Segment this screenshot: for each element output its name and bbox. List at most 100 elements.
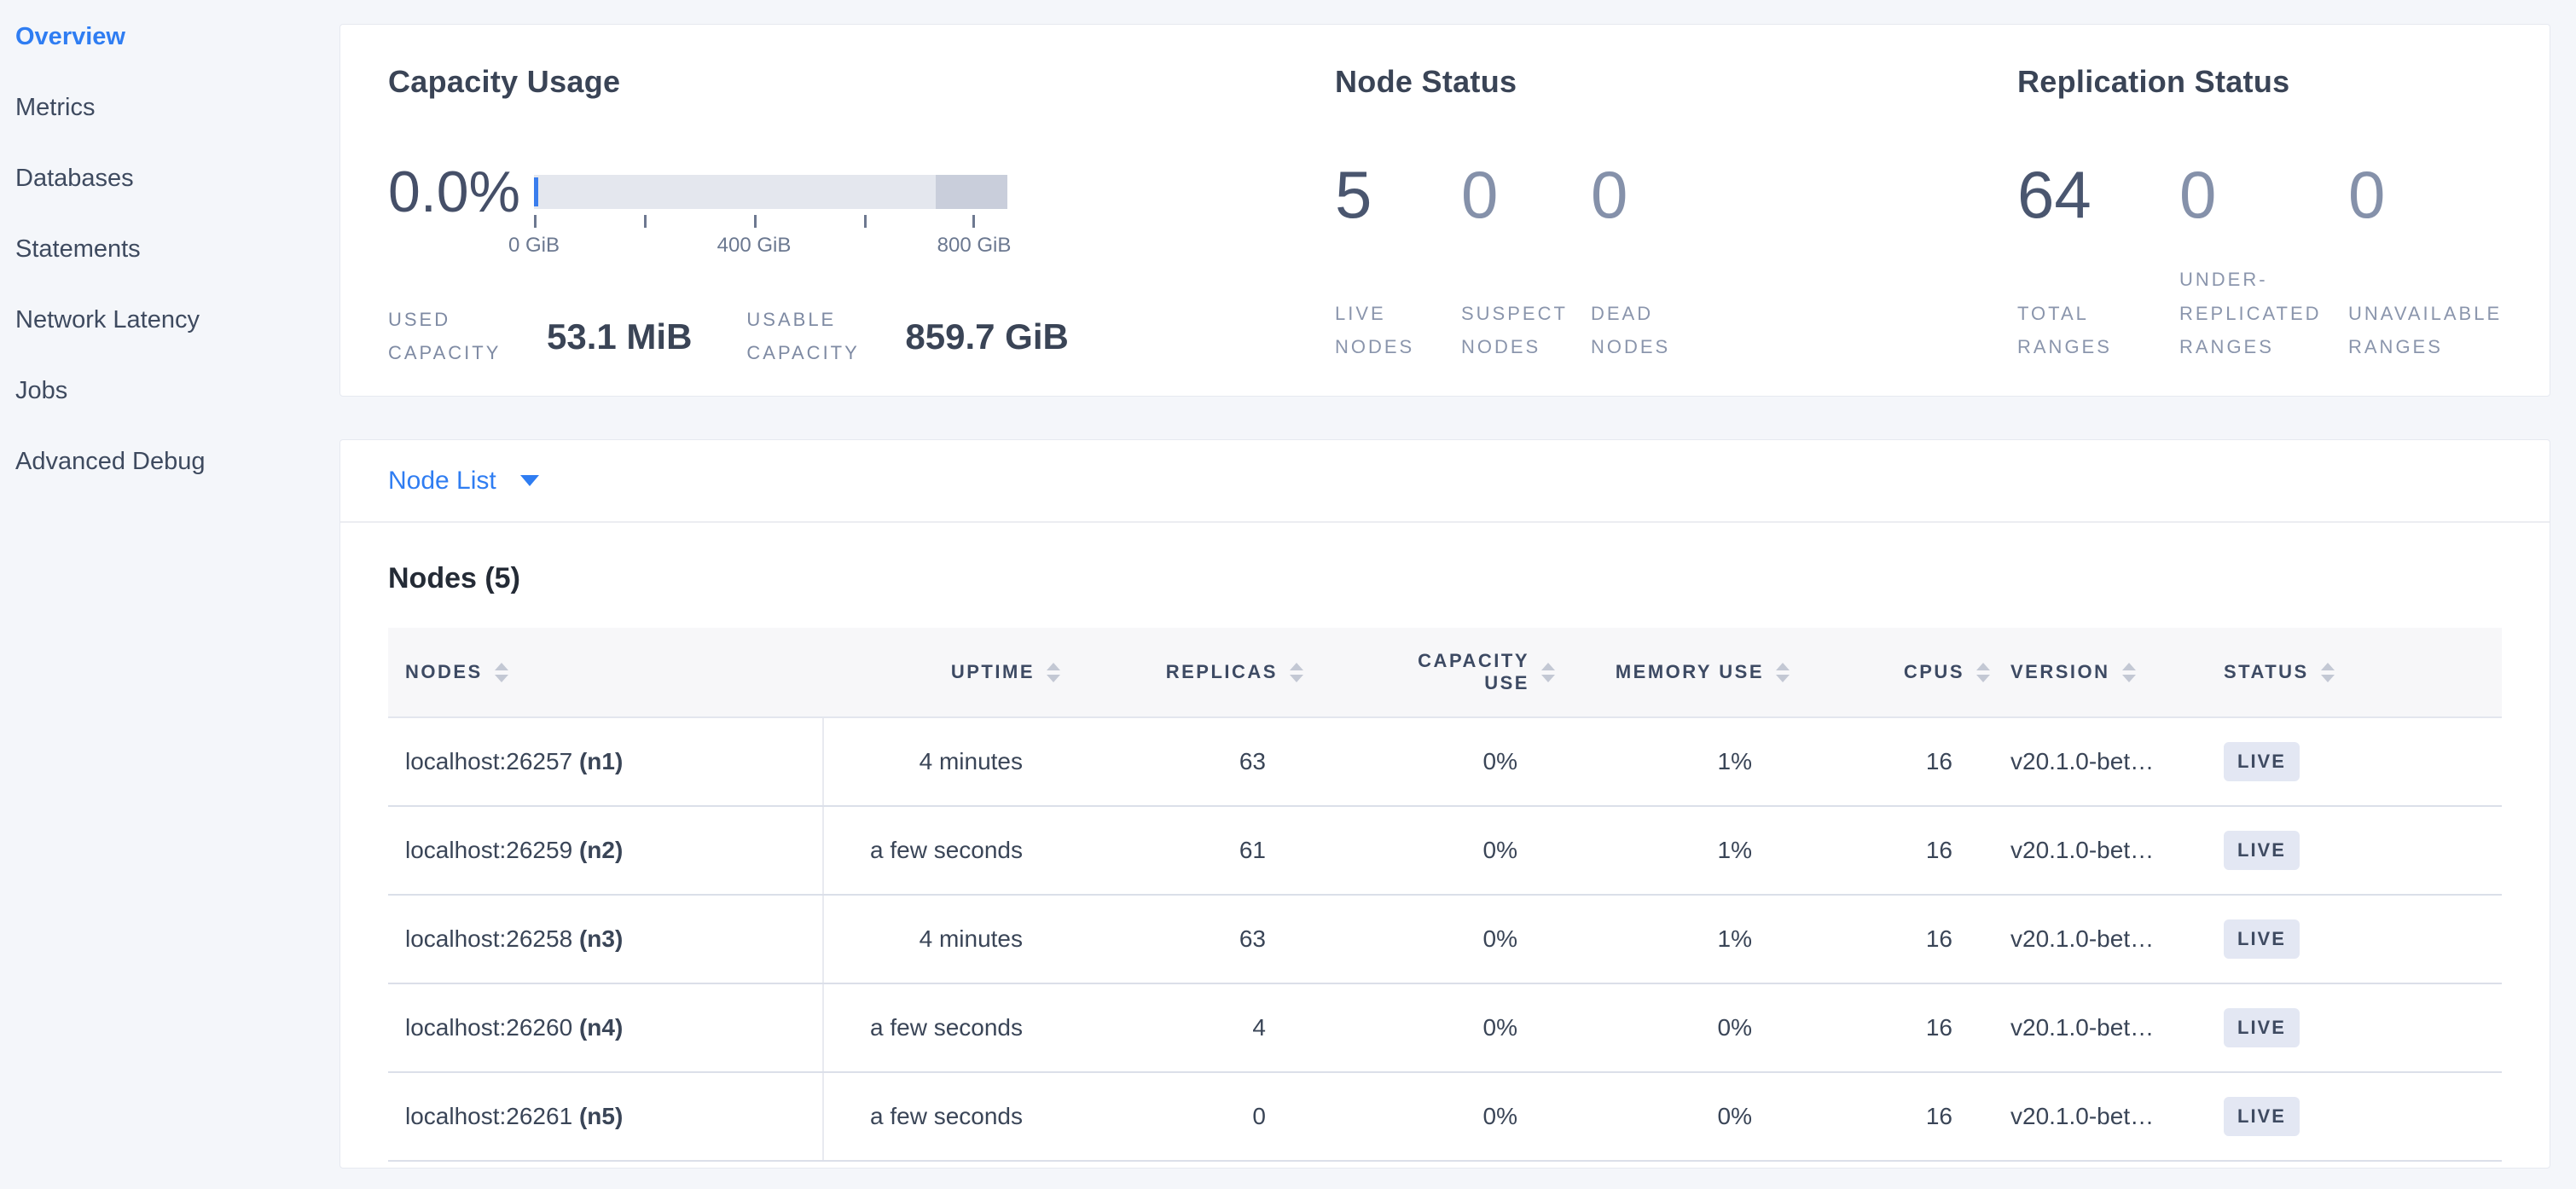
capacity-stats: USED CAPACITY 53.1 MiB USABLE CAPACITY 8… (388, 304, 1335, 369)
column-header-status[interactable]: STATUS (2213, 628, 2502, 717)
column-header-cpus[interactable]: CPUS (1800, 628, 2000, 717)
table-row: localhost:26260 (n4) a few seconds 4 0% … (388, 983, 2502, 1072)
under-replicated-ranges-stat: 0 UNDER-REPLICATED RANGES (2179, 161, 2348, 364)
nodes-count-heading: Nodes (5) (388, 562, 2502, 595)
node-address-cell[interactable]: localhost:26261 (n5) (388, 1072, 823, 1161)
column-header-replicas[interactable]: REPLICAS (1070, 628, 1314, 717)
status-badge: LIVE (2224, 742, 2300, 781)
replicas-cell: 61 (1070, 806, 1314, 895)
used-capacity-marker (534, 177, 538, 206)
table-header-row: NODES UPTIME REPLICAS CAPACITY USE (388, 628, 2502, 717)
unavailable-ranges-label: UNAVAILABLE RANGES (2348, 297, 2549, 364)
node-status-section: Node Status 5 LIVE NODES 0 SUSPECT NODES… (1335, 64, 2017, 396)
used-capacity-stat: USED CAPACITY 53.1 MiB (388, 304, 692, 369)
capacity-usage-title: Capacity Usage (388, 64, 1335, 100)
node-address[interactable]: localhost:26257 (405, 748, 572, 774)
axis-tick (754, 215, 757, 228)
axis-tick (972, 215, 975, 228)
node-address-cell[interactable]: localhost:26259 (n2) (388, 806, 823, 895)
main-content: Capacity Usage 0.0% (333, 0, 2576, 1169)
status-badge: LIVE (2224, 831, 2300, 870)
sidebar-item-databases[interactable]: Databases (0, 143, 333, 214)
cpus-cell: 16 (1800, 806, 2000, 895)
total-ranges-label: TOTAL RANGES (2017, 297, 2179, 364)
sidebar-item-overview[interactable]: Overview (0, 2, 333, 72)
node-address[interactable]: localhost:26258 (405, 925, 572, 952)
sort-icon (1776, 663, 1790, 682)
memory-use-cell: 1% (1565, 806, 1800, 895)
memory-use-cell: 0% (1565, 1072, 1800, 1161)
capacity-use-cell: 0% (1314, 717, 1565, 806)
sidebar: Overview Metrics Databases Statements Ne… (0, 0, 333, 1169)
capacity-use-cell: 0% (1314, 895, 1565, 983)
node-status-stats: 5 LIVE NODES 0 SUSPECT NODES 0 DEAD NODE… (1335, 161, 2017, 364)
replication-stats: 64 TOTAL RANGES 0 UNDER-REPLICATED RANGE… (2017, 161, 2550, 364)
node-list-dropdown-label: Node List (388, 467, 496, 496)
capacity-bar-chart: 0 GiB 400 GiB 800 GiB (534, 175, 1007, 229)
version-cell: v20.1.0-bet… (2000, 806, 2213, 895)
node-list-dropdown[interactable]: Node List (388, 467, 539, 496)
usable-capacity-label: USABLE CAPACITY (746, 304, 883, 369)
node-id: (n3) (579, 925, 623, 952)
unavailable-ranges-value: 0 (2348, 161, 2549, 228)
suspect-nodes-label: SUSPECT NODES (1461, 297, 1591, 364)
sidebar-item-jobs[interactable]: Jobs (0, 356, 333, 426)
status-cell: LIVE (2213, 1072, 2502, 1161)
column-label: MEMORY USE (1616, 661, 1764, 683)
live-nodes-stat: 5 LIVE NODES (1335, 161, 1461, 364)
used-capacity-value: 53.1 MiB (547, 316, 692, 357)
version-cell: v20.1.0-bet… (2000, 895, 2213, 983)
sort-icon (1047, 663, 1060, 682)
capacity-use-cell: 0% (1314, 983, 1565, 1072)
node-address[interactable]: localhost:26259 (405, 837, 572, 863)
page: Overview Metrics Databases Statements Ne… (0, 0, 2576, 1169)
memory-use-cell: 1% (1565, 717, 1800, 806)
axis-tick (534, 215, 537, 228)
status-badge: LIVE (2224, 919, 2300, 959)
cluster-summary-card: Capacity Usage 0.0% (339, 24, 2550, 397)
sidebar-item-network-latency[interactable]: Network Latency (0, 285, 333, 356)
capacity-use-cell: 0% (1314, 806, 1565, 895)
column-header-memory-use[interactable]: MEMORY USE (1565, 628, 1800, 717)
replicas-cell: 63 (1070, 895, 1314, 983)
node-status-title: Node Status (1335, 64, 2017, 100)
node-address[interactable]: localhost:26260 (405, 1014, 572, 1041)
node-id: (n5) (579, 1103, 623, 1129)
column-header-version[interactable]: VERSION (2000, 628, 2213, 717)
column-header-nodes[interactable]: NODES (388, 628, 823, 717)
axis-tick (644, 215, 647, 228)
version-cell: v20.1.0-bet… (2000, 717, 2213, 806)
table-row: localhost:26261 (n5) a few seconds 0 0% … (388, 1072, 2502, 1161)
sidebar-item-metrics[interactable]: Metrics (0, 72, 333, 143)
node-list-dropdown-bar: Node List (340, 440, 2550, 523)
replication-status-title: Replication Status (2017, 64, 2550, 100)
cpus-cell: 16 (1800, 983, 2000, 1072)
sort-icon (495, 663, 508, 682)
status-cell: LIVE (2213, 806, 2502, 895)
sidebar-item-statements[interactable]: Statements (0, 214, 333, 285)
uptime-cell: a few seconds (823, 983, 1070, 1072)
memory-use-cell: 1% (1565, 895, 1800, 983)
node-list-card: Node List Nodes (5) NODES (339, 439, 2550, 1169)
memory-use-cell: 0% (1565, 983, 1800, 1072)
column-label: CPUS (1904, 661, 1964, 683)
column-header-uptime[interactable]: UPTIME (823, 628, 1070, 717)
capacity-bar (534, 175, 1007, 209)
suspect-nodes-stat: 0 SUSPECT NODES (1461, 161, 1591, 364)
node-address-cell[interactable]: localhost:26257 (n1) (388, 717, 823, 806)
status-cell: LIVE (2213, 983, 2502, 1072)
cpus-cell: 16 (1800, 717, 2000, 806)
uptime-cell: a few seconds (823, 806, 1070, 895)
sort-icon (2122, 663, 2136, 682)
node-address-cell[interactable]: localhost:26260 (n4) (388, 983, 823, 1072)
nodes-table: NODES UPTIME REPLICAS CAPACITY USE (388, 628, 2502, 1162)
node-address-cell[interactable]: localhost:26258 (n3) (388, 895, 823, 983)
column-header-capacity-use[interactable]: CAPACITY USE (1314, 628, 1565, 717)
node-address[interactable]: localhost:26261 (405, 1103, 572, 1129)
suspect-nodes-value: 0 (1461, 161, 1591, 228)
table-row: localhost:26257 (n1) 4 minutes 63 0% 1% … (388, 717, 2502, 806)
sidebar-item-advanced-debug[interactable]: Advanced Debug (0, 426, 333, 497)
axis-tick-label: 0 GiB (508, 234, 560, 258)
replicas-cell: 63 (1070, 717, 1314, 806)
capacity-use-cell: 0% (1314, 1072, 1565, 1161)
